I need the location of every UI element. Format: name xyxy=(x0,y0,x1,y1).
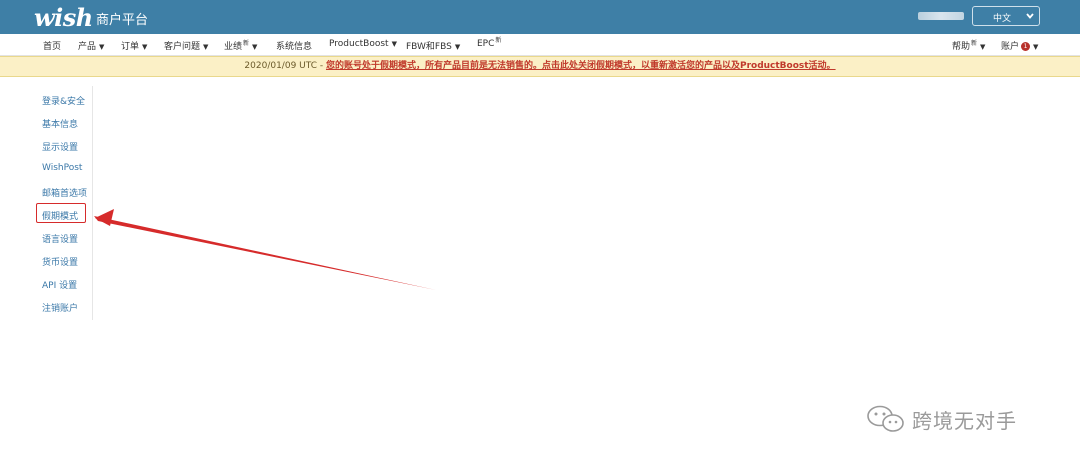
watermark: 跨境无对手 xyxy=(866,404,1017,434)
wechat-icon xyxy=(867,405,904,432)
watermark-text: 跨境无对手 xyxy=(912,408,1017,433)
annotation-arrow xyxy=(94,209,436,290)
